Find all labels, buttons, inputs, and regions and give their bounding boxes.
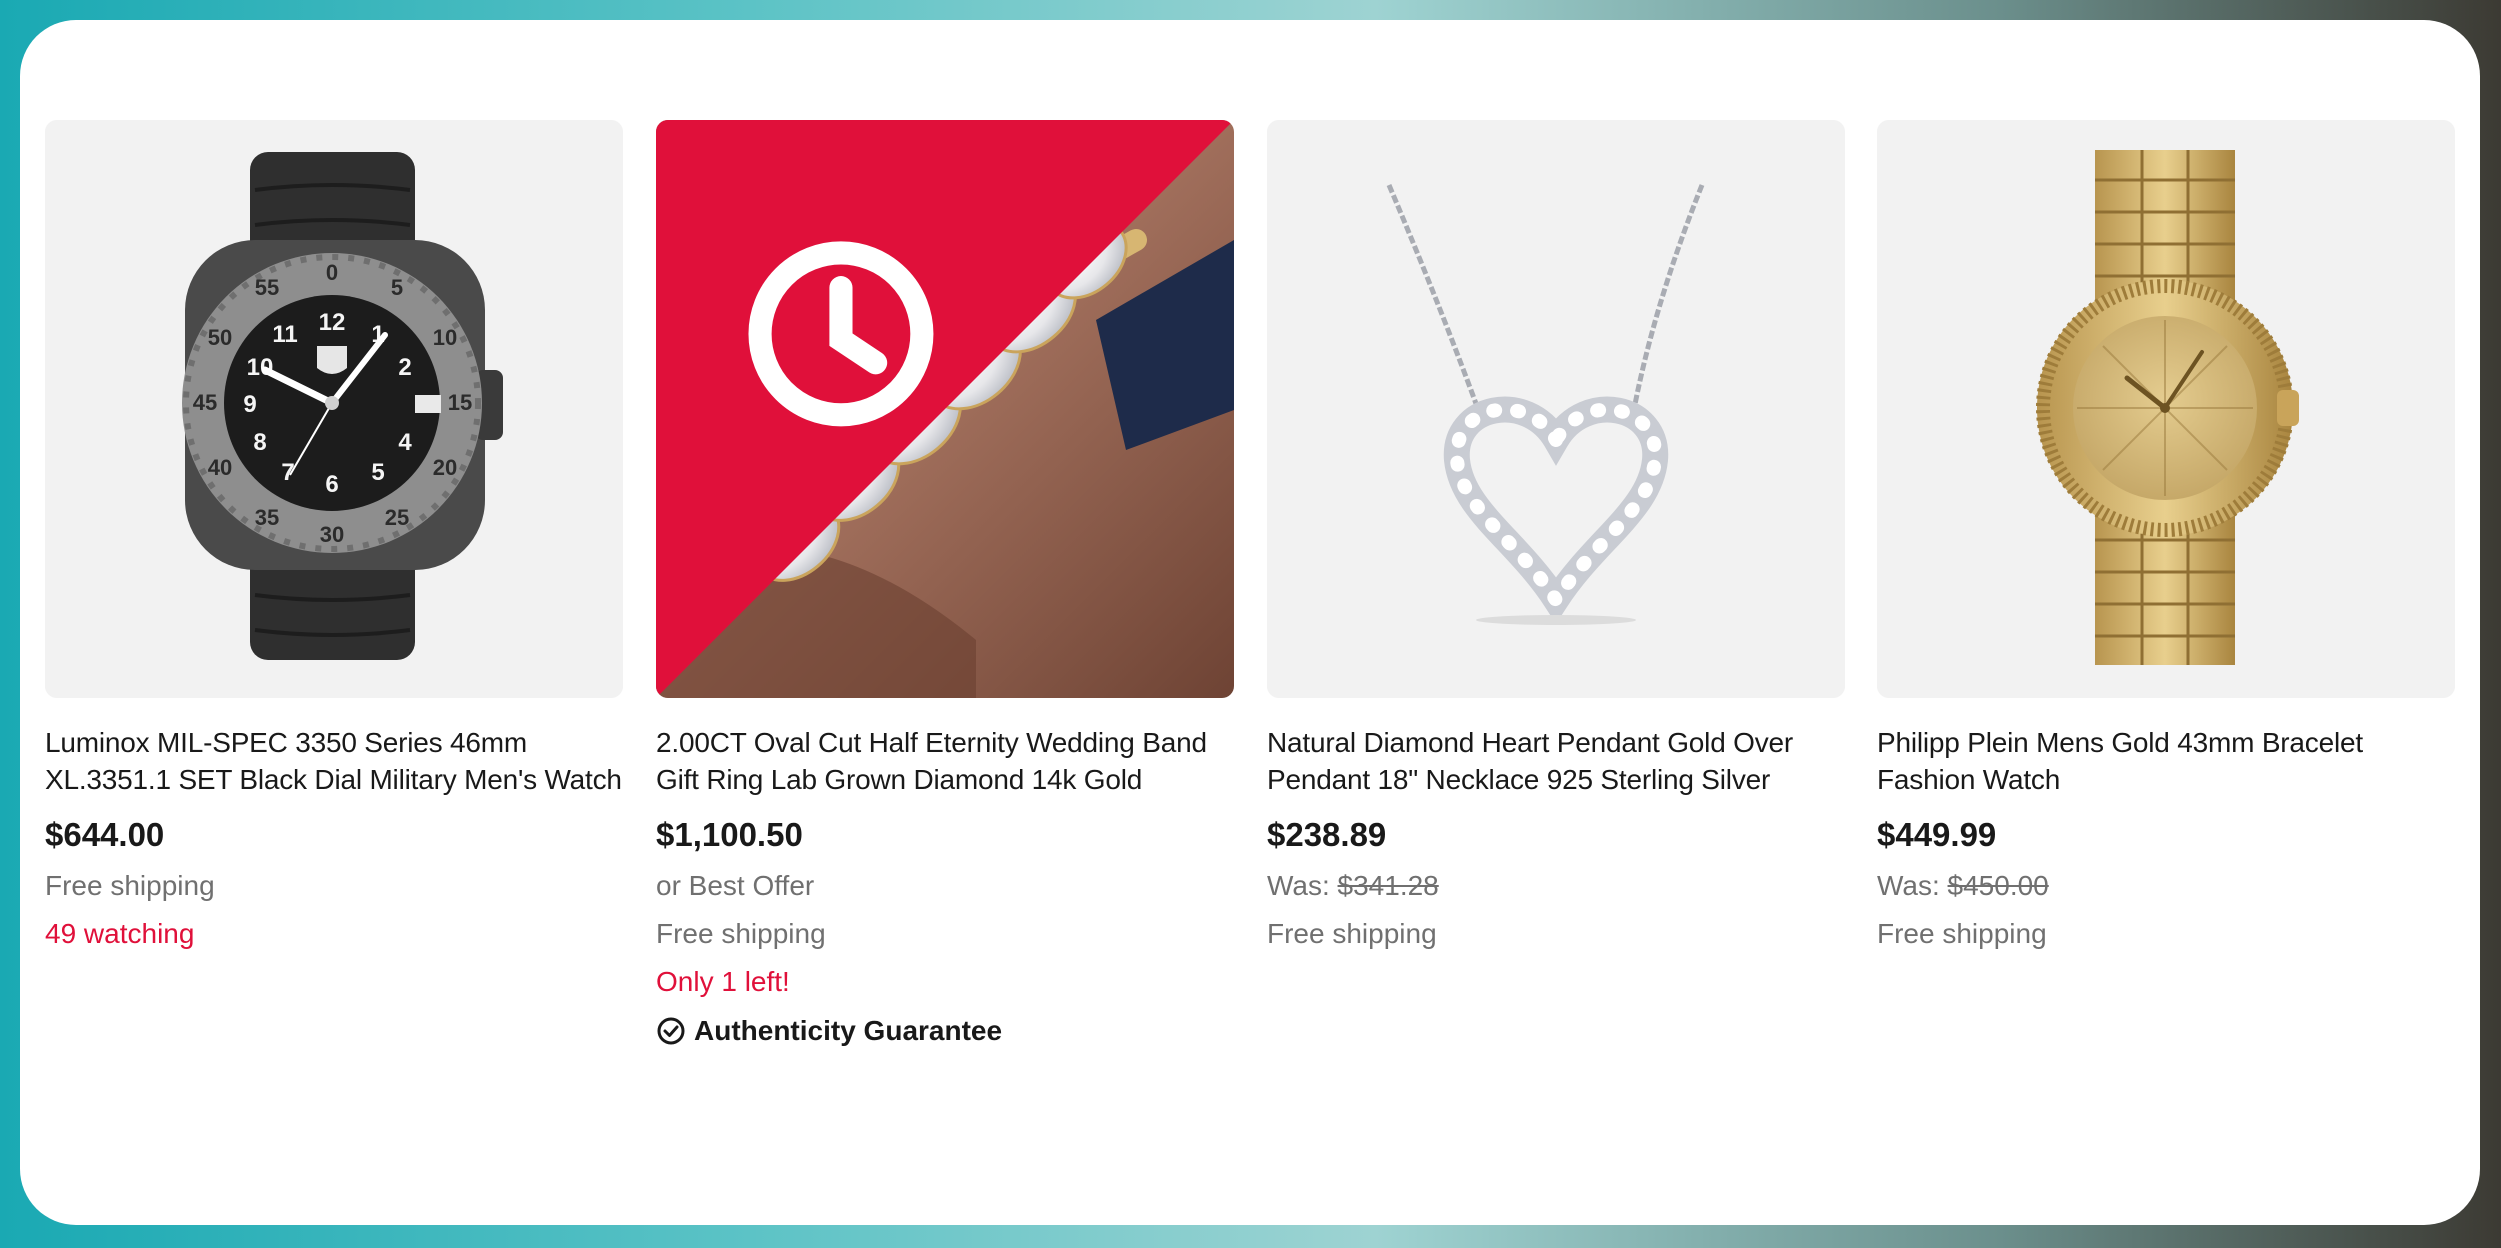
product-image[interactable] [656,120,1234,698]
product-price: $449.99 [1877,816,1997,853]
stock-note: Only 1 left! [656,966,790,997]
shipping-info: Free shipping [1877,918,2047,949]
svg-text:15: 15 [448,390,472,415]
product-image[interactable] [1877,120,2455,698]
product-price: $1,100.50 [656,816,803,853]
svg-text:25: 25 [385,505,409,530]
clock-icon [656,120,1234,698]
authenticity-guarantee[interactable]: Authenticity Guarantee [656,1006,1234,1056]
svg-text:6: 6 [325,471,338,498]
product-image[interactable] [1267,120,1845,698]
was-price: Was: $450.00 [1877,862,2455,910]
authenticity-label: Authenticity Guarantee [694,1015,1003,1046]
svg-text:8: 8 [253,429,266,456]
svg-text:11: 11 [272,321,297,348]
svg-text:9: 9 [243,391,256,418]
svg-text:20: 20 [433,455,457,480]
check-badge-icon [657,1017,685,1045]
svg-text:7: 7 [281,459,294,486]
svg-text:45: 45 [193,390,217,415]
black-military-watch-icon: 0 55 50 45 40 35 30 25 20 15 10 5 12 11 … [45,120,623,698]
product-card-heart-necklace[interactable]: Natural Diamond Heart Pendant Gold Over … [1267,120,1845,958]
product-title[interactable]: Luminox MIL-SPEC 3350 Series 46mm XL.335… [45,724,623,798]
product-image[interactable]: 0 55 50 45 40 35 30 25 20 15 10 5 12 11 … [45,120,623,698]
was-price: Was: $341.28 [1267,862,1845,910]
product-price: $644.00 [45,816,165,853]
svg-text:5: 5 [391,275,403,300]
was-label: Was: [1267,870,1330,901]
heart-necklace-icon [1267,120,1845,698]
was-value: $450.00 [1947,870,2049,901]
product-title[interactable]: Philipp Plein Mens Gold 43mm Bracelet Fa… [1877,724,2455,798]
svg-text:40: 40 [208,455,232,480]
product-panel: 0 55 50 45 40 35 30 25 20 15 10 5 12 11 … [20,20,2480,1225]
product-title[interactable]: 2.00CT Oval Cut Half Eternity Wedding Ba… [656,724,1234,798]
svg-text:30: 30 [320,522,344,547]
svg-text:12: 12 [319,309,346,336]
gold-bracelet-watch-icon [1877,120,2455,698]
was-label: Was: [1877,870,1940,901]
product-card-diamond-ring[interactable]: 2.00CT Oval Cut Half Eternity Wedding Ba… [656,120,1234,1056]
svg-text:35: 35 [255,505,279,530]
svg-text:10: 10 [433,325,457,350]
shipping-info: Free shipping [1267,918,1437,949]
product-price: $238.89 [1267,816,1387,853]
svg-text:0: 0 [326,260,338,285]
svg-text:2: 2 [398,354,411,381]
was-value: $341.28 [1337,870,1439,901]
best-offer-note: or Best Offer [656,870,815,901]
svg-text:50: 50 [208,325,232,350]
svg-text:5: 5 [371,459,384,486]
svg-text:55: 55 [255,275,279,300]
svg-text:10: 10 [247,354,274,381]
shipping-info: Free shipping [656,918,826,949]
watching-count: 49 watching [45,918,195,949]
product-title[interactable]: Natural Diamond Heart Pendant Gold Over … [1267,724,1845,798]
product-card-gold-watch[interactable]: Philipp Plein Mens Gold 43mm Bracelet Fa… [1877,120,2455,958]
product-grid: 0 55 50 45 40 35 30 25 20 15 10 5 12 11 … [45,120,2455,1120]
svg-text:4: 4 [398,429,412,456]
product-card-luminox-watch[interactable]: 0 55 50 45 40 35 30 25 20 15 10 5 12 11 … [45,120,623,958]
shipping-info: Free shipping [45,870,215,901]
